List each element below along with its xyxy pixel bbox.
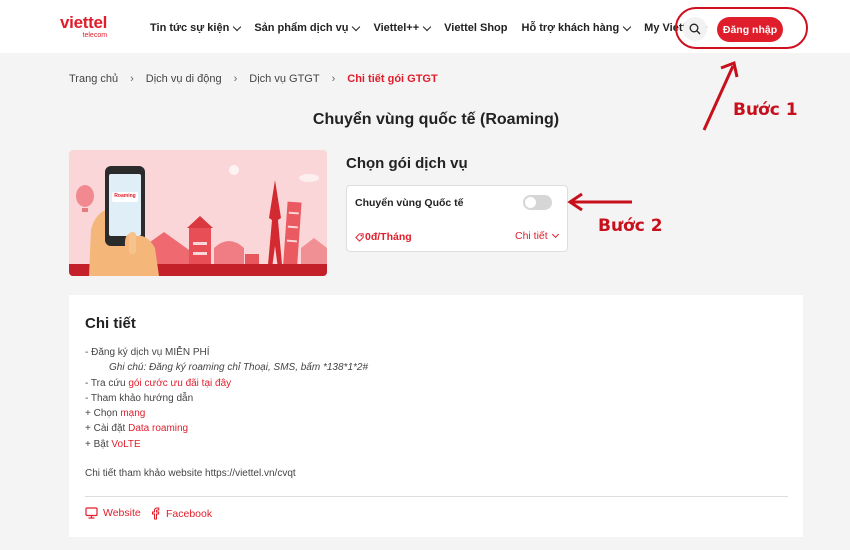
- enable-prefix: + Bật: [85, 438, 112, 450]
- package-card: Chuyển vùng Quốc tế 0đ/Tháng Chi tiết: [346, 185, 568, 252]
- settings-prefix: + Cài đặt: [85, 423, 129, 435]
- main-nav: Tin tức sự kiện Sản phẩm dịch vụ Viettel…: [150, 22, 720, 34]
- settings-line: + Cài đặt Data roaming: [85, 421, 368, 436]
- chevron-down-icon: [422, 22, 432, 31]
- nav-label: Tin tức sự kiện: [150, 22, 230, 34]
- breadcrumb: Trang chủ › Dịch vụ di động › Dịch vụ GT…: [69, 73, 438, 85]
- breadcrumb-mobile-services[interactable]: Dịch vụ di động: [146, 73, 222, 85]
- chevron-down-icon: [233, 22, 242, 31]
- website-link[interactable]: Website: [85, 507, 141, 519]
- nav-viettel-plus[interactable]: Viettel++: [373, 22, 432, 34]
- guide-line: - Tham khảo hướng dẫn: [85, 392, 194, 404]
- details-list: - Đăng ký dịch vụ MIỄN PHÍ Ghi chú: Đăng…: [85, 345, 368, 452]
- breadcrumb-current: Chi tiết gói GTGT: [347, 73, 438, 85]
- viettel-logo[interactable]: viettel telecom: [60, 13, 108, 39]
- price-text: 0đ/Tháng: [365, 231, 412, 243]
- nav-viettel-shop[interactable]: Viettel Shop: [444, 22, 507, 34]
- details-title: Chi tiết: [85, 315, 136, 332]
- website-label: Website: [103, 507, 141, 519]
- chevron-right-icon: ›: [331, 73, 336, 85]
- package-price: 0đ/Tháng: [355, 231, 412, 243]
- chevron-right-icon: ›: [233, 73, 238, 85]
- breadcrumb-vas[interactable]: Dịch vụ GTGT: [249, 73, 319, 85]
- step2-label: Bước 2: [598, 216, 663, 236]
- roaming-banner: Roaming: [69, 150, 327, 276]
- facebook-icon: [152, 507, 160, 520]
- nav-news[interactable]: Tin tức sự kiện: [150, 22, 242, 34]
- volte-link[interactable]: VoLTE: [111, 439, 140, 450]
- choose-line: + Chọn mạng: [85, 406, 368, 421]
- register-line: - Đăng ký dịch vụ MIỄN PHÍ: [85, 347, 210, 358]
- roaming-toggle[interactable]: [523, 195, 552, 210]
- logo-brand: viettel: [60, 13, 108, 32]
- facebook-link[interactable]: Facebook: [151, 507, 212, 520]
- toggle-knob: [525, 197, 536, 208]
- reference-line: Chi tiết tham khảo website https://viett…: [85, 468, 296, 479]
- note-line: Ghi chú: Đăng ký roaming chỉ Thoại, SMS,…: [109, 362, 369, 374]
- breadcrumb-home[interactable]: Trang chủ: [69, 73, 118, 85]
- nav-label: Hỗ trợ khách hàng: [521, 22, 620, 34]
- chevron-down-icon: [551, 230, 559, 239]
- enable-line: + Bật VoLTE: [85, 437, 368, 452]
- network-link[interactable]: mạng: [120, 408, 145, 419]
- divider: [85, 496, 788, 497]
- detail-link-label: Chi tiết: [515, 230, 548, 242]
- logo-sub: telecom: [82, 32, 108, 39]
- chevron-down-icon: [352, 22, 361, 31]
- step1-highlight-oval: [675, 7, 808, 49]
- nav-support[interactable]: Hỗ trợ khách hàng: [521, 22, 632, 34]
- step2-arrow: [567, 192, 632, 212]
- choose-prefix: + Chọn: [85, 408, 121, 420]
- chevron-right-icon: ›: [130, 73, 134, 85]
- phone-roaming-label: Roaming: [114, 193, 136, 199]
- nav-label: Viettel Shop: [444, 22, 508, 34]
- nav-products[interactable]: Sản phẩm dịch vụ: [254, 22, 361, 34]
- facebook-label: Facebook: [166, 507, 213, 520]
- package-heading: Chọn gói dịch vụ: [346, 155, 468, 172]
- package-detail-link[interactable]: Chi tiết: [515, 230, 559, 242]
- details-panel: Chi tiết - Đăng ký dịch vụ MIỄN PHÍ Ghi …: [69, 295, 803, 537]
- chevron-down-icon: [622, 22, 632, 31]
- nav-label: Sản phẩm dịch vụ: [254, 22, 349, 34]
- roaming-illustration: [69, 150, 327, 276]
- lookup-prefix: - Tra cứu: [85, 377, 129, 389]
- lookup-line: - Tra cứu gói cước ưu đãi tại đây: [85, 376, 368, 391]
- monitor-icon: [85, 507, 98, 519]
- page-title: Chuyển vùng quốc tế (Roaming): [312, 111, 560, 128]
- data-roaming-link[interactable]: Data roaming: [128, 423, 188, 434]
- package-offers-link[interactable]: gói cước ưu đãi tại đây: [128, 378, 231, 389]
- package-name: Chuyển vùng Quốc tế: [355, 197, 464, 209]
- tag-icon: [355, 232, 364, 242]
- nav-label: Viettel++: [373, 22, 420, 34]
